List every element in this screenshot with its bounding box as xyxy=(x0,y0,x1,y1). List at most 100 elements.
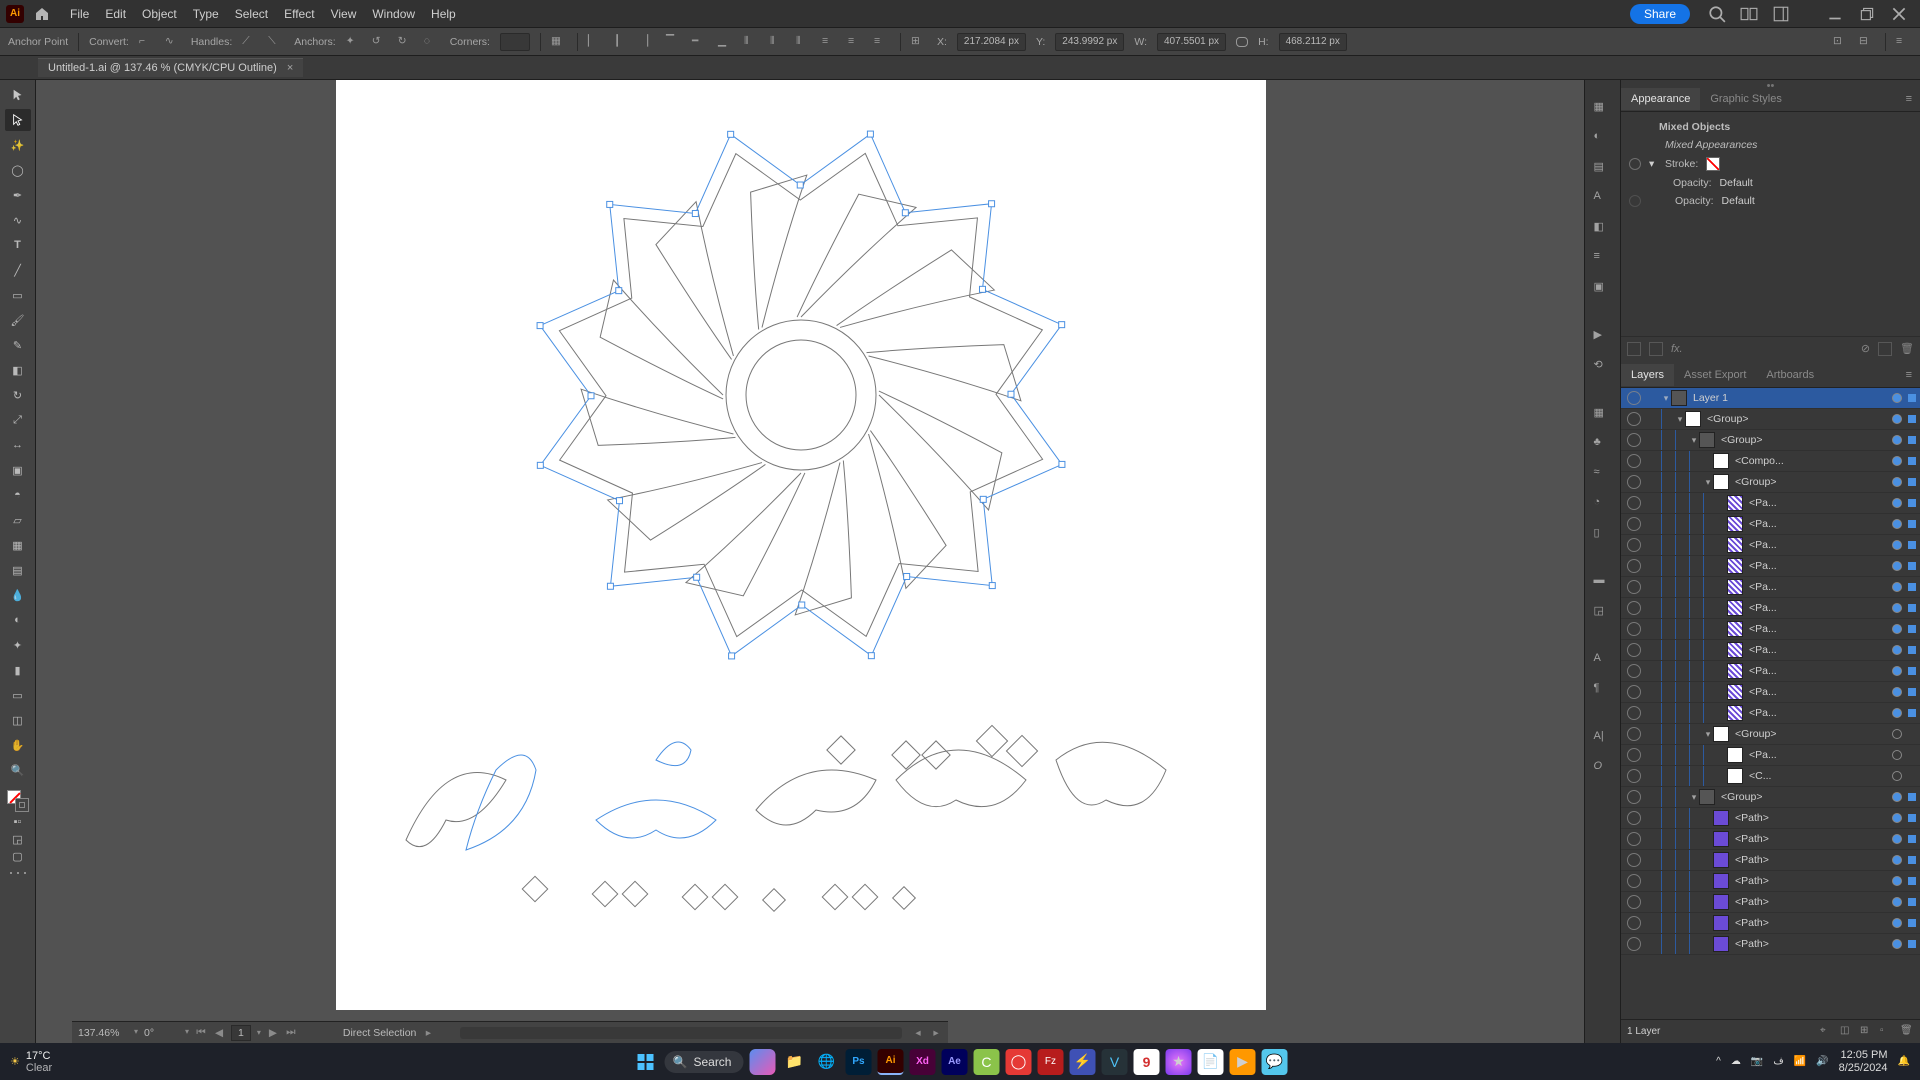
play-icon[interactable]: ▶ xyxy=(1594,328,1612,346)
lasso-tool-icon[interactable]: ◯ xyxy=(5,159,31,181)
layer-row[interactable]: <C... xyxy=(1621,766,1920,787)
layer-name[interactable]: <Pa... xyxy=(1749,686,1886,698)
target-icon[interactable] xyxy=(1892,666,1902,676)
photoshop-icon[interactable]: Ps xyxy=(845,1049,871,1075)
layer-row[interactable]: <Path> xyxy=(1621,829,1920,850)
align-panel-icon[interactable]: ▬ xyxy=(1594,574,1612,592)
clear-appearance-icon[interactable]: ⊘ xyxy=(1861,342,1870,355)
layer-name[interactable]: <Pa... xyxy=(1749,560,1886,572)
minimize-icon[interactable] xyxy=(1826,5,1844,23)
layer-name[interactable]: <Group> xyxy=(1721,434,1886,446)
target-icon[interactable] xyxy=(1892,519,1902,529)
target-icon[interactable] xyxy=(1892,393,1902,403)
disclosure-icon[interactable]: ▾ xyxy=(1703,477,1713,488)
slice-tool-icon[interactable]: ◫ xyxy=(5,709,31,731)
symbol-sprayer-tool-icon[interactable]: ✦ xyxy=(5,634,31,656)
visibility-icon[interactable] xyxy=(1627,727,1641,741)
filezilla-icon[interactable]: Fz xyxy=(1037,1049,1063,1075)
swatches-panel-icon[interactable]: ▤ xyxy=(1594,160,1612,178)
layer-row[interactable]: <Pa... xyxy=(1621,577,1920,598)
app-bolt-icon[interactable]: ⚡ xyxy=(1069,1049,1095,1075)
visibility-icon[interactable] xyxy=(1627,475,1641,489)
align-bottom-icon[interactable]: ▁ xyxy=(718,35,734,49)
disclosure-icon[interactable]: ▾ xyxy=(1689,792,1699,803)
app-doc-icon[interactable]: 📄 xyxy=(1197,1049,1223,1075)
layer-row[interactable]: ▾<Group> xyxy=(1621,724,1920,745)
x-field[interactable]: 217.2084 px xyxy=(957,33,1026,51)
edit-toolbar-icon[interactable] xyxy=(10,872,26,875)
visibility-icon[interactable] xyxy=(1627,622,1641,636)
disclosure-icon[interactable]: ▾ xyxy=(1661,393,1671,404)
share-button[interactable]: Share xyxy=(1630,4,1690,24)
layer-row[interactable]: <Pa... xyxy=(1621,514,1920,535)
layer-row[interactable]: ▾<Group> xyxy=(1621,472,1920,493)
color-mode-icon[interactable]: ▪▫ xyxy=(5,815,31,829)
brushes-panel-icon[interactable]: ▦ xyxy=(1594,406,1612,424)
copilot-icon[interactable] xyxy=(749,1049,775,1075)
tab-layers[interactable]: Layers xyxy=(1621,364,1674,386)
eraser-tool-icon[interactable]: ◧ xyxy=(5,359,31,381)
tab-appearance[interactable]: Appearance xyxy=(1621,88,1700,110)
paragraph-panel-icon[interactable]: ¶ xyxy=(1594,682,1612,700)
layer-row[interactable]: <Path> xyxy=(1621,913,1920,934)
layer-name[interactable]: <Path> xyxy=(1735,875,1886,887)
free-transform-tool-icon[interactable]: ▣ xyxy=(5,459,31,481)
target-icon[interactable] xyxy=(1892,897,1902,907)
y-field[interactable]: 243.9992 px xyxy=(1055,33,1124,51)
align-vcenter-icon[interactable]: ━ xyxy=(692,35,708,49)
rotate-tool-icon[interactable]: ↻ xyxy=(5,384,31,406)
layer-row[interactable]: <Pa... xyxy=(1621,745,1920,766)
visibility-icon[interactable] xyxy=(1627,790,1641,804)
prev-artboard-icon[interactable]: ◀ xyxy=(213,1027,225,1039)
target-icon[interactable] xyxy=(1892,918,1902,928)
visibility-icon[interactable] xyxy=(1627,685,1641,699)
rectangle-tool-icon[interactable]: ▭ xyxy=(5,284,31,306)
stroke-label[interactable]: Stroke: xyxy=(1665,158,1698,170)
language-icon[interactable]: ف xyxy=(1773,1056,1783,1067)
column-graph-tool-icon[interactable]: ▮ xyxy=(5,659,31,681)
corners-field[interactable] xyxy=(500,33,530,51)
layer-row[interactable]: <Path> xyxy=(1621,871,1920,892)
horizontal-scrollbar[interactable] xyxy=(460,1027,902,1039)
visibility-icon[interactable] xyxy=(1629,158,1641,170)
duplicate-icon[interactable] xyxy=(1878,342,1892,356)
layer-name[interactable]: <Path> xyxy=(1735,938,1886,950)
layer-name[interactable]: Layer 1 xyxy=(1693,392,1886,404)
target-icon[interactable] xyxy=(1892,771,1902,781)
chevron-down-icon[interactable]: ▾ xyxy=(257,1028,261,1037)
perspective-tool-icon[interactable]: ▱ xyxy=(5,509,31,531)
workspace-icon[interactable] xyxy=(1772,5,1790,23)
target-icon[interactable] xyxy=(1892,792,1902,802)
visibility-icon[interactable] xyxy=(1627,454,1641,468)
weather-widget[interactable]: ☀ 17°CClear xyxy=(10,1050,52,1074)
layer-name[interactable]: <Pa... xyxy=(1749,644,1886,656)
layer-name[interactable]: <Pa... xyxy=(1749,665,1886,677)
stroke-panel-icon[interactable]: ≈ xyxy=(1594,466,1612,484)
layer-row[interactable]: ▾<Group> xyxy=(1621,787,1920,808)
visibility-icon[interactable] xyxy=(1627,664,1641,678)
disclosure-icon[interactable]: ▾ xyxy=(1675,414,1685,425)
taskbar-search[interactable]: 🔍Search xyxy=(665,1051,744,1073)
target-icon[interactable] xyxy=(1892,435,1902,445)
opacity-label-2[interactable]: Opacity: xyxy=(1675,195,1714,207)
menu-edit[interactable]: Edit xyxy=(97,3,134,25)
layer-row[interactable]: <Path> xyxy=(1621,808,1920,829)
visibility-icon[interactable] xyxy=(1627,601,1641,615)
layer-row[interactable]: <Pa... xyxy=(1621,535,1920,556)
onedrive-icon[interactable]: ☁ xyxy=(1731,1056,1741,1067)
align-pixel-icon[interactable]: ▦ xyxy=(551,35,567,49)
menu-object[interactable]: Object xyxy=(134,3,185,25)
visibility-icon[interactable] xyxy=(1627,538,1641,552)
history-panel-icon[interactable]: ◔ xyxy=(1594,496,1612,514)
visibility-icon[interactable] xyxy=(1627,643,1641,657)
scroll-right-icon[interactable]: ▸ xyxy=(930,1027,942,1039)
visibility-icon[interactable] xyxy=(1627,517,1641,531)
target-icon[interactable] xyxy=(1892,855,1902,865)
app-play-icon[interactable]: ▶ xyxy=(1229,1049,1255,1075)
status-arrow-icon[interactable]: ▸ xyxy=(422,1027,434,1039)
type-panel-icon[interactable]: A xyxy=(1594,190,1612,208)
layer-row[interactable]: <Path> xyxy=(1621,850,1920,871)
restore-icon[interactable] xyxy=(1858,5,1876,23)
shaper-tool-icon[interactable]: ✎ xyxy=(5,334,31,356)
layer-name[interactable]: <Pa... xyxy=(1749,581,1886,593)
